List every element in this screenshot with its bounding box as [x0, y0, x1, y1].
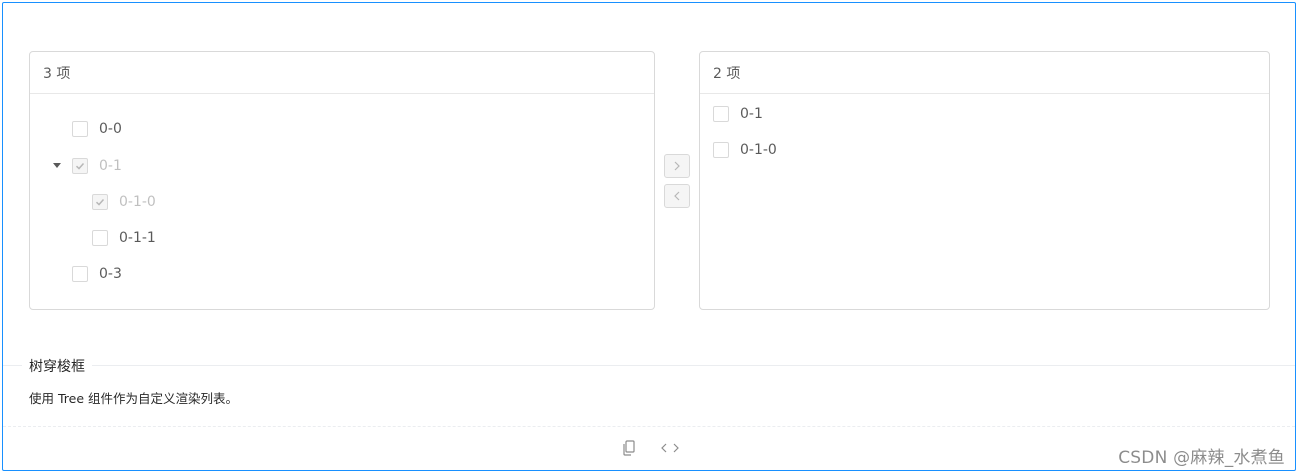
move-right-button[interactable]: [664, 154, 690, 178]
tree-node-0-3[interactable]: 0-3: [72, 262, 122, 286]
tree-node-0-1-0: 0-1-0: [92, 190, 156, 214]
watermark: CSDN @麻辣_水煮鱼: [1118, 448, 1285, 468]
tree-node-label: 0-1: [99, 158, 122, 174]
target-count-label: 2 项: [713, 65, 741, 82]
check-icon: [75, 162, 85, 170]
source-list-header: 3 项: [30, 52, 654, 94]
tree-node-label: 0-3: [99, 266, 122, 282]
left-arrow-icon: [674, 191, 680, 201]
target-item-0-1[interactable]: 0-1: [713, 102, 763, 126]
tree-node-checkbox-disabled: [92, 194, 108, 210]
transfer-target-list: 2 项: [699, 51, 1270, 310]
check-icon: [95, 198, 105, 206]
source-count-label: 3 项: [43, 65, 71, 82]
list-item-label: 0-1-0: [740, 142, 777, 158]
target-list-header: 2 项: [700, 52, 1269, 94]
tree-node-0-0[interactable]: 0-0: [72, 117, 122, 141]
list-item-checkbox[interactable]: [713, 106, 729, 122]
code-expand-icon[interactable]: [660, 440, 680, 456]
demo-title: 树穿梭框: [22, 357, 92, 377]
tree-node-label: 0-1-0: [119, 194, 156, 210]
tree-node-0-1-1[interactable]: 0-1-1: [92, 226, 156, 250]
list-item-checkbox[interactable]: [713, 142, 729, 158]
copy-icon[interactable]: [621, 440, 637, 456]
tree-node-checkbox[interactable]: [92, 230, 108, 246]
target-item-0-1-0[interactable]: 0-1-0: [713, 138, 777, 162]
move-left-button[interactable]: [664, 184, 690, 208]
right-arrow-icon: [674, 161, 680, 171]
tree-node-checkbox-disabled: [72, 158, 88, 174]
tree-node-checkbox[interactable]: [72, 266, 88, 282]
tree-node-0-1: 0-1: [72, 154, 122, 178]
demo-description: 使用 Tree 组件作为自定义渲染列表。: [29, 391, 238, 406]
tree-node-label: 0-0: [99, 121, 122, 137]
list-item-label: 0-1: [740, 106, 763, 122]
actions-divider: [3, 426, 1295, 427]
caret-down-icon[interactable]: [52, 161, 62, 171]
tree-node-checkbox[interactable]: [72, 121, 88, 137]
tree-node-label: 0-1-1: [119, 230, 156, 246]
meta-divider: [3, 365, 1295, 366]
transfer-source-list: 3 项: [29, 51, 655, 310]
